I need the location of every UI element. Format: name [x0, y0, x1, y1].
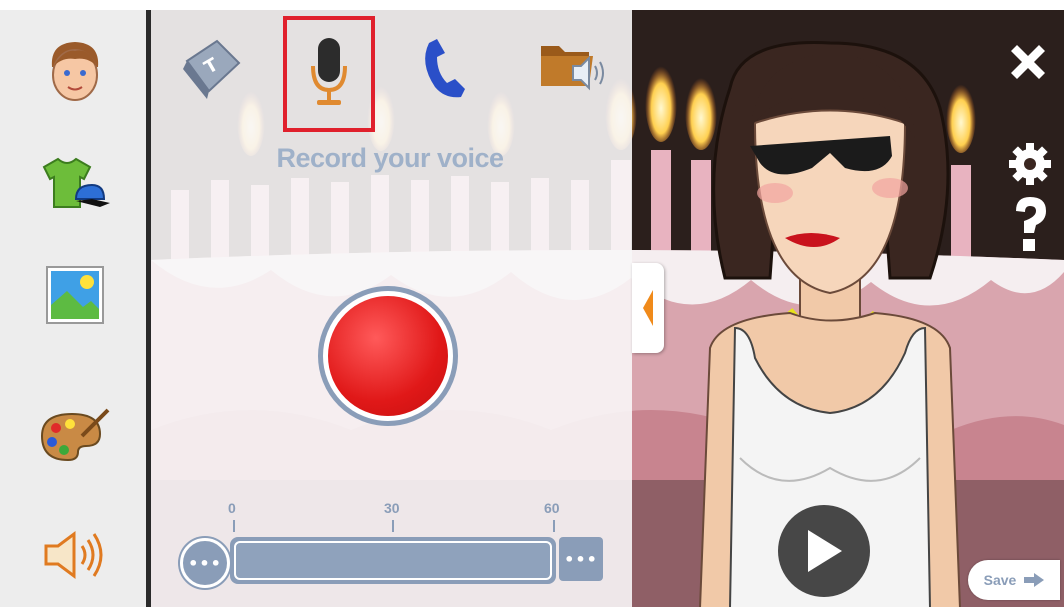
play-icon — [808, 530, 842, 572]
tab-phone[interactable] — [400, 18, 490, 118]
chevron-left-icon — [643, 290, 653, 326]
panel-title: Record your voice — [276, 143, 504, 173]
left-toolbar — [0, 10, 146, 607]
timeline-options-left-button[interactable]: ••• — [180, 538, 230, 588]
tab-type-text[interactable]: T — [164, 18, 254, 118]
clothing-icon — [42, 157, 110, 208]
microphone-icon — [311, 38, 347, 105]
record-button[interactable] — [318, 286, 458, 426]
face-icon — [51, 42, 99, 101]
audio-folder-icon — [541, 46, 604, 91]
close-button[interactable] — [1000, 34, 1056, 90]
gear-icon — [1009, 143, 1051, 185]
timeline-tick — [553, 520, 555, 532]
speaker-icon — [44, 531, 103, 579]
tab-audio-files[interactable] — [528, 18, 618, 118]
background-button[interactable] — [35, 255, 115, 335]
timeline-tick — [392, 520, 394, 532]
record-button-core — [328, 296, 448, 416]
close-icon — [1011, 45, 1045, 79]
play-button[interactable] — [778, 505, 870, 597]
collapse-panel-button[interactable] — [632, 263, 664, 353]
timeline-label-0: 0 — [228, 500, 236, 516]
palette-button[interactable] — [35, 394, 115, 474]
arrow-right-icon — [1024, 573, 1045, 587]
timeline-label-60: 60 — [544, 500, 560, 516]
clothing-button[interactable] — [35, 145, 115, 225]
face-button[interactable] — [35, 30, 115, 110]
timeline-track — [234, 541, 552, 580]
paint-palette-icon — [40, 408, 110, 462]
recording-timeline[interactable] — [230, 537, 556, 584]
help-button[interactable] — [1002, 194, 1058, 256]
background-image-icon — [46, 266, 104, 324]
phone-icon — [425, 39, 465, 98]
save-button[interactable]: Save — [968, 560, 1060, 600]
app-window: T Record your voice 0 30 60 ••• ••• Save — [0, 0, 1064, 607]
tab-record-voice[interactable] — [283, 16, 375, 132]
timeline-tick — [233, 520, 235, 532]
keyboard-key-icon: T — [183, 39, 241, 99]
save-label: Save — [983, 572, 1017, 588]
settings-button[interactable] — [1002, 136, 1058, 192]
sound-button[interactable] — [35, 515, 115, 595]
timeline-options-right-button[interactable]: ••• — [559, 537, 603, 581]
timeline-label-30: 30 — [384, 500, 400, 516]
help-icon — [1016, 197, 1046, 251]
